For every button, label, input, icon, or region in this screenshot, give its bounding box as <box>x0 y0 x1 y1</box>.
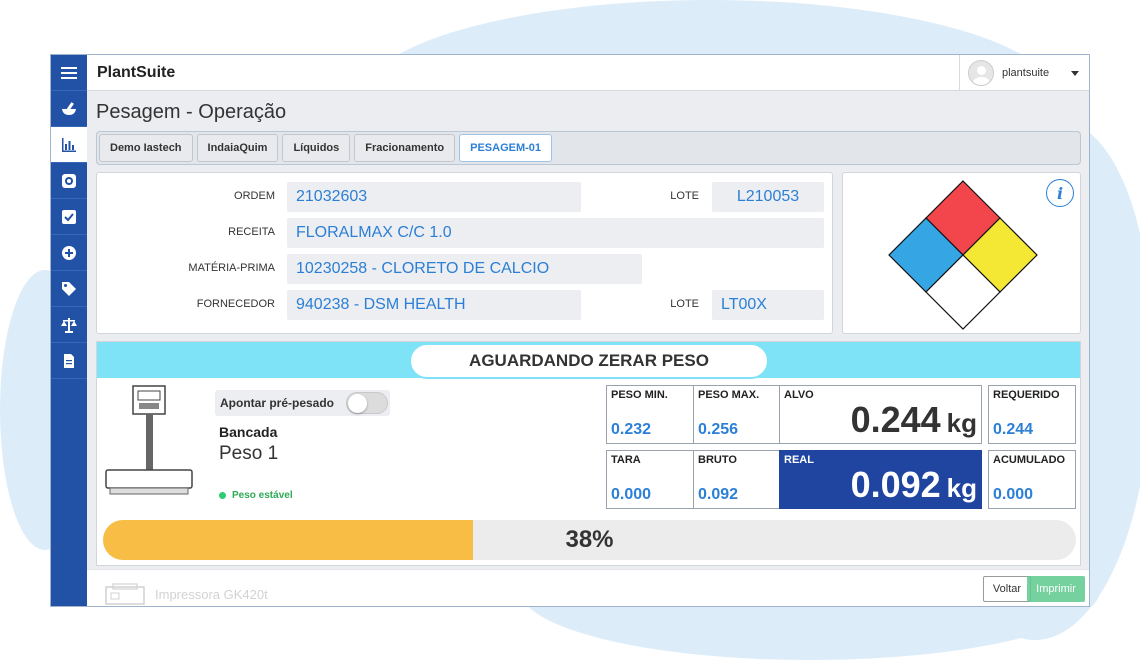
peso-min-box: PESO MIN. 0.232 <box>606 385 694 444</box>
sidebar-item-checklist[interactable] <box>51 199 87 235</box>
alvo-value: 0.244 <box>850 399 941 440</box>
hazard-diamond-card: i <box>842 172 1081 334</box>
alvo-readout: 0.244 kg <box>851 399 977 441</box>
progress-bar: 38% <box>103 520 1076 560</box>
receita-value: FLORALMAX C/C 1.0 <box>287 218 824 248</box>
breadcrumb-item-indaiaquim[interactable]: IndaiaQuim <box>196 134 279 162</box>
user-name: plantsuite <box>1002 67 1050 79</box>
scale-name: Peso 1 <box>219 443 279 464</box>
tag-icon <box>62 281 76 296</box>
sidebar-item-adicionar[interactable] <box>51 235 87 271</box>
progress-label: 38% <box>565 526 614 553</box>
tara-box: TARA 0.000 <box>606 450 694 509</box>
printer-icon <box>105 583 145 605</box>
printer-selector[interactable]: Impressora GK420t <box>105 583 268 605</box>
sidebar-item-etiquetas[interactable] <box>51 271 87 307</box>
requerido-label: REQUERIDO <box>993 389 1060 401</box>
fornecedor-value: 940238 - DSM HEALTH <box>287 290 581 320</box>
voltar-button[interactable]: Voltar <box>983 576 1031 602</box>
real-readout: 0.092 kg <box>851 464 977 506</box>
weighing-panel: AGUARDANDO ZERAR PESO Apontar pré-pesado… <box>96 341 1081 566</box>
breadcrumb-item-pesagem-01[interactable]: PESAGEM-01 <box>459 134 553 162</box>
imprimir-button[interactable]: Imprimir <box>1027 576 1085 602</box>
chart-icon <box>62 137 76 152</box>
lote-label: LOTE <box>670 190 699 202</box>
avatar <box>968 60 994 86</box>
materia-prima-label: MATÉRIA-PRIMA <box>188 262 275 274</box>
alvo-unit: kg <box>946 408 977 438</box>
peso-max-box: PESO MAX. 0.256 <box>693 385 780 444</box>
app-brand: PlantSuite <box>97 64 176 81</box>
screenshot-stage: PlantSuite plantsuite Pesagem - Operação… <box>0 0 1140 660</box>
user-menu[interactable]: plantsuite <box>959 55 1089 91</box>
sidebar-item-relatorios[interactable] <box>51 127 87 163</box>
stable-indicator: Peso estável <box>219 490 293 501</box>
status-message: AGUARDANDO ZERAR PESO <box>409 343 769 379</box>
info-icon[interactable]: i <box>1046 179 1074 207</box>
ordem-label: ORDEM <box>234 190 275 202</box>
tara-label: TARA <box>611 454 641 466</box>
real-box: REAL 0.092 kg <box>779 450 982 509</box>
peso-min-value: 0.232 <box>611 421 652 438</box>
bruto-label: BRUTO <box>698 454 737 466</box>
sidebar <box>51 55 87 606</box>
real-value: 0.092 <box>850 464 941 505</box>
sidebar-item-balanca[interactable] <box>51 163 87 199</box>
footer-bar: Impressora GK420t Voltar Imprimir <box>87 569 1089 606</box>
stable-text: Peso estável <box>232 490 293 501</box>
tara-value: 0.000 <box>611 486 652 503</box>
sidebar-item-balancas[interactable] <box>51 307 87 343</box>
acumulado-label: ACUMULADO <box>993 454 1066 466</box>
lote-label: LOTE <box>670 298 699 310</box>
bruto-box: BRUTO 0.092 <box>693 450 780 509</box>
acumulado-value: 0.000 <box>993 486 1034 503</box>
page-title: Pesagem - Operação <box>96 101 287 123</box>
requerido-box: REQUERIDO 0.244 <box>988 385 1076 444</box>
sidebar-item-documentos[interactable] <box>51 343 87 379</box>
order-info-card: ORDEM 21032603 LOTE L210053 RECEITA FLOR… <box>96 172 833 334</box>
pre-weighed-toggle[interactable] <box>346 392 388 414</box>
scale-bowl-icon <box>62 173 76 188</box>
top-bar: PlantSuite plantsuite <box>87 55 1089 91</box>
breadcrumb: Demo Iastech IndaiaQuim Líquidos Fracion… <box>96 131 1081 165</box>
nfpa-hazard-diamond <box>888 180 1038 330</box>
breadcrumb-item-fracionamento[interactable]: Fracionamento <box>354 134 456 162</box>
bancada-label: Bancada <box>219 424 278 440</box>
breadcrumb-item-liquidos[interactable]: Líquidos <box>282 134 351 162</box>
document-icon <box>64 353 74 368</box>
alvo-box: ALVO 0.244 kg <box>779 385 982 444</box>
real-label: REAL <box>784 454 814 466</box>
status-dot-icon <box>219 492 226 499</box>
peso-max-value: 0.256 <box>698 421 739 438</box>
printer-name: Impressora GK420t <box>155 586 268 602</box>
pre-weighed-toggle-row: Apontar pré-pesado <box>215 390 390 416</box>
fornecedor-label: FORNECEDOR <box>196 298 275 310</box>
sidebar-item-pesagem[interactable] <box>51 91 87 127</box>
acumulado-box: ACUMULADO 0.000 <box>988 450 1076 509</box>
pre-weighed-label: Apontar pré-pesado <box>220 396 335 410</box>
lote-value: L210053 <box>712 182 824 212</box>
peso-min-label: PESO MIN. <box>611 389 668 401</box>
chevron-down-icon <box>1071 70 1079 76</box>
receita-label: RECEITA <box>228 226 275 238</box>
menu-button[interactable] <box>51 55 87 91</box>
real-unit: kg <box>946 473 977 503</box>
checkbox-icon <box>62 209 76 224</box>
alvo-label: ALVO <box>784 389 814 401</box>
requerido-value: 0.244 <box>993 421 1034 438</box>
plus-circle-icon <box>62 245 76 260</box>
mortar-pestle-icon <box>62 101 76 115</box>
peso-max-label: PESO MAX. <box>698 389 760 401</box>
weighing-scale-icon <box>105 385 193 495</box>
lote-value: LT00X <box>712 290 824 320</box>
materia-prima-value: 10230258 - CLORETO DE CALCIO <box>287 254 642 284</box>
ordem-value: 21032603 <box>287 182 581 212</box>
balance-icon <box>61 317 77 333</box>
app-window: PlantSuite plantsuite Pesagem - Operação… <box>50 54 1090 607</box>
breadcrumb-item-demo-iastech[interactable]: Demo Iastech <box>99 134 193 162</box>
bruto-value: 0.092 <box>698 486 739 503</box>
menu-icon <box>61 66 77 79</box>
